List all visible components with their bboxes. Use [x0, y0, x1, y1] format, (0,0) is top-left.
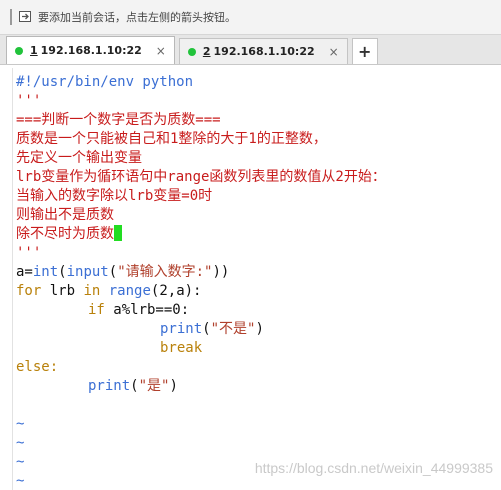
code-token: ===判断一个数字是否为质数=== [16, 112, 221, 128]
code-token: range [108, 283, 151, 299]
code-token: ~ [16, 454, 25, 470]
code-token: "是" [138, 378, 170, 394]
tab-host: 192.168.1.10:22 [40, 44, 142, 57]
hint-bar: 要添加当前会话，点击左侧的箭头按钮。 [0, 0, 501, 35]
tab-label: 1 192.168.1.10:22 [30, 44, 142, 57]
code-line: 则输出不是质数 [16, 206, 497, 225]
code-line: 除不尽时为质数 [16, 225, 497, 244]
code-line: lrb变量作为循环语句中range函数列表里的数值从2开始： [16, 168, 497, 187]
tab-host: 192.168.1.10:22 [213, 45, 315, 58]
code-line: ''' [16, 92, 497, 111]
code-token: input [66, 264, 109, 280]
code-line: ~ [16, 434, 497, 453]
session-tab-2[interactable]: 2 192.168.1.10:22 × [178, 38, 348, 64]
code-token: ~ [16, 416, 25, 432]
code-line: print("是") [16, 377, 497, 396]
code-line: 当输入的数字除以lrb变量=0时 [16, 187, 497, 206]
code-token: )) [212, 264, 230, 280]
code-line: 先定义一个输出变量 [16, 149, 497, 168]
code-token: print [88, 378, 131, 394]
grip-handle[interactable] [10, 9, 12, 25]
hint-text: 要添加当前会话，点击左侧的箭头按钮。 [38, 11, 236, 24]
code-line: 质数是一个只能被自己和1整除的大于1的正整数， [16, 130, 497, 149]
code-line: break [16, 339, 497, 358]
code-token: ( [58, 264, 67, 280]
tab-number: 2 [202, 45, 211, 58]
code-token: ( [108, 264, 118, 280]
code-token: 则输出不是质数 [16, 207, 114, 223]
code-token: 质数是一个只能被自己和1整除的大于1的正整数， [16, 131, 327, 147]
close-icon[interactable]: × [156, 44, 166, 58]
code-token: "请输入数字:" [117, 264, 213, 280]
tab-number: 1 [30, 44, 38, 57]
code-line: ===判断一个数字是否为质数=== [16, 111, 497, 130]
add-session-arrow-icon[interactable] [18, 9, 34, 25]
connection-status-icon [187, 47, 196, 56]
code-token: int [32, 264, 59, 280]
code-line: if a%lrb==0: [16, 301, 497, 320]
code-token: lrb [41, 283, 84, 299]
code-token: if [88, 302, 105, 318]
watermark: https://blog.csdn.net/weixin_44999385 [254, 460, 493, 476]
text-cursor [114, 225, 122, 241]
code-token: ) [169, 378, 178, 394]
code-line: print("不是") [16, 320, 497, 339]
terminal-editor[interactable]: #!/usr/bin/env python ''' ===判断一个数字是否为质数==… [12, 68, 497, 490]
code-token: ) [255, 321, 264, 337]
session-tab-strip: 1 192.168.1.10:22 × 2 192.168.1.10:22 × + [0, 35, 501, 65]
code-token: 除不尽时为质数 [16, 226, 114, 242]
code-line: #!/usr/bin/env python [16, 73, 497, 92]
code-token: break [160, 340, 203, 356]
code-line: for lrb in range(2,a): [16, 282, 497, 301]
code-token: (2,a): [150, 283, 202, 299]
code-token: ''' [16, 245, 42, 261]
code-token: ~ [16, 473, 25, 489]
tab-label: 2 192.168.1.10:22 [203, 45, 315, 58]
code-token: ( [202, 321, 211, 337]
code-token: in [83, 283, 101, 299]
code-token: a%lrb==0: [104, 302, 190, 318]
code-line: ''' [16, 244, 497, 263]
code-token: else: [16, 359, 59, 375]
code-token: a= [16, 264, 33, 280]
code-token: "不是" [210, 321, 256, 337]
session-tab-1[interactable]: 1 192.168.1.10:22 × [6, 36, 175, 64]
code-line: ~ [16, 415, 497, 434]
code-token: ( [130, 378, 139, 394]
code-token: print [160, 321, 203, 337]
code-token: 先定义一个输出变量 [16, 150, 142, 166]
close-icon[interactable]: × [329, 45, 339, 59]
code-line: a=int(input("请输入数字:")) [16, 263, 497, 282]
code-line: else: [16, 358, 497, 377]
code-token: ''' [16, 93, 42, 109]
new-tab-button[interactable]: + [351, 38, 378, 64]
code-token: lrb变量作为循环语句中range函数列表里的数值从2开始： [16, 169, 386, 185]
code-area[interactable]: #!/usr/bin/env python ''' ===判断一个数字是否为质数==… [13, 68, 497, 490]
code-token: 当输入的数字除以lrb变量=0时 [16, 188, 213, 204]
code-token: #!/usr/bin/env python [16, 74, 194, 90]
code-token: for [16, 283, 42, 299]
code-token: ~ [16, 435, 25, 451]
connection-status-icon [15, 46, 23, 55]
